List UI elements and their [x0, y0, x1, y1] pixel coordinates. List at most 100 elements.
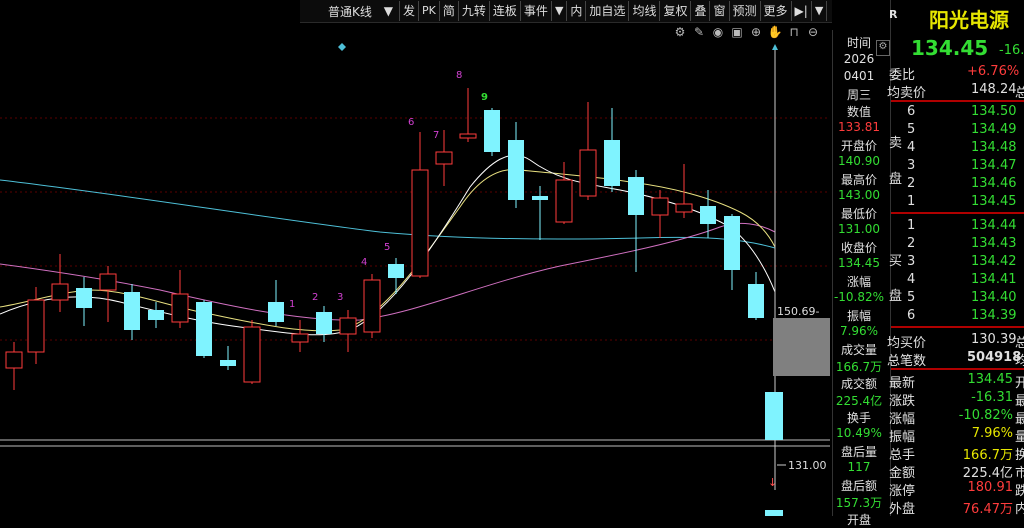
- total-orders-label: 总笔数: [887, 354, 927, 369]
- info-low-label: 最低价: [840, 207, 877, 221]
- bid-level: 3: [907, 254, 916, 269]
- candle-body: [604, 140, 620, 186]
- bid-price: 134.39: [971, 308, 1017, 323]
- candle-body: [748, 284, 764, 318]
- ask-price: 134.49: [971, 122, 1017, 137]
- info-change-label: 涨幅: [846, 275, 871, 289]
- info-high: 143.00: [838, 188, 880, 202]
- stat-label: 振幅: [889, 430, 916, 445]
- candle-body: [124, 292, 140, 330]
- candle-body: [724, 216, 740, 270]
- info-turnover-label: 成交额: [840, 377, 877, 391]
- stat-value: 225.4亿: [962, 466, 1013, 481]
- td-label-9: 9: [481, 92, 488, 103]
- weibi-value: +6.76%: [967, 64, 1020, 79]
- stat-tail: 跌: [1015, 484, 1024, 499]
- info-value-label: 数值: [846, 105, 871, 119]
- chevron-down-icon: ▼: [383, 4, 393, 18]
- candle-body: [76, 288, 92, 308]
- toolbar-button-limitup[interactable]: 连板: [490, 1, 521, 21]
- td-label-5: 5: [384, 242, 390, 253]
- stat-value: -10.82%: [958, 408, 1013, 423]
- quote-panel: R 阳光电源 134.45 -16. 委比 +6.76% 均卖价 148.24 …: [887, 0, 1024, 517]
- divider: [891, 368, 1024, 370]
- diamond-marker: [338, 43, 346, 51]
- candle-body: [243, 326, 261, 383]
- stat-label: 涨幅: [889, 412, 916, 427]
- info-date: 0401: [843, 69, 875, 83]
- td-label-7: 7: [433, 130, 439, 141]
- stat-tail: 量: [1015, 430, 1024, 445]
- info-after-amt-label: 盘后额: [840, 479, 877, 493]
- candle-body: [148, 310, 164, 320]
- ask-price: 134.48: [971, 140, 1017, 155]
- ask-level: 5: [907, 122, 916, 137]
- toolbar-button-events[interactable]: 事件: [521, 1, 552, 21]
- toolbar-button-td9[interactable]: 九转: [459, 1, 490, 21]
- info-after-amt: 157.3万: [835, 496, 883, 510]
- play-icon[interactable]: ▶|: [792, 1, 812, 21]
- stat-tail: 换: [1015, 448, 1024, 463]
- bid-price: 134.43: [971, 236, 1017, 251]
- candle-body: [435, 151, 453, 165]
- info-volume-label: 成交量: [840, 343, 877, 357]
- chart-toolbar: 普通K线 ▼ 发 PK 简 九转 连板 事件 ▼ 内 加自选 均线 复权 叠 窗…: [300, 0, 832, 23]
- stat-value: -16.31: [971, 390, 1013, 405]
- toolbar-button-ma[interactable]: 均线: [629, 1, 661, 21]
- td-label-2: 2: [312, 292, 318, 303]
- total-orders-tail: 均: [1015, 354, 1024, 369]
- more-dropdown-icon[interactable]: ▼: [812, 1, 828, 21]
- candle-body: [316, 312, 332, 334]
- info-after-vol-label: 盘后量: [840, 445, 877, 459]
- toolbar-button-more[interactable]: 更多: [761, 1, 792, 21]
- candle-body: [51, 283, 69, 301]
- candle-body: [339, 317, 357, 335]
- ask-level: 3: [907, 158, 916, 173]
- candle-body: [700, 206, 716, 224]
- weibi-label: 委比: [889, 68, 916, 83]
- info-amplitude: 7.96%: [839, 324, 879, 338]
- ask-price: 134.50: [971, 104, 1017, 119]
- stat-value: 76.47万: [962, 502, 1013, 517]
- events-dropdown-icon[interactable]: ▼: [552, 1, 568, 21]
- ask-level: 4: [907, 140, 916, 155]
- price-hover-box: [773, 318, 830, 376]
- current-price: 134.45: [911, 36, 989, 60]
- td-label-3: 3: [337, 292, 343, 303]
- stat-label: 金额: [889, 466, 916, 481]
- info-turnover: 225.4亿: [835, 394, 883, 408]
- candle-body: [555, 179, 573, 223]
- gear-icon[interactable]: ⚙: [876, 40, 890, 56]
- toolbar-button-overlay[interactable]: 叠: [691, 1, 711, 21]
- toolbar-button-pk[interactable]: PK: [419, 1, 440, 21]
- ask-level: 1: [907, 194, 916, 209]
- toolbar-button-window[interactable]: 窗: [710, 1, 730, 21]
- candle-body: [459, 133, 477, 139]
- toolbar-button-simple[interactable]: 简: [440, 1, 459, 21]
- candle-body: [99, 273, 117, 291]
- candle-body: [411, 169, 429, 277]
- sell-side-label-2: 盘: [889, 172, 903, 187]
- kline-chart[interactable]: 150.69- 131.00 ↓ 1 2 3 4 5 6 7 8 9: [0, 22, 832, 516]
- candle-body: [508, 140, 524, 200]
- stat-value: 166.7万: [962, 448, 1013, 463]
- toolbar-button-forecast[interactable]: 预测: [730, 1, 761, 21]
- toolbar-button-inner[interactable]: 内: [567, 1, 587, 21]
- info-open: 140.90: [838, 154, 880, 168]
- period-select[interactable]: 普通K线 ▼: [300, 1, 400, 21]
- bid-level: 4: [907, 272, 916, 287]
- info-hand: 10.49%: [836, 426, 882, 440]
- ask-price: 134.47: [971, 158, 1017, 173]
- toolbar-button-fa[interactable]: 发: [400, 1, 420, 21]
- stat-value: 134.45: [967, 372, 1014, 387]
- toolbar-button-add-watchlist[interactable]: 加自选: [586, 1, 630, 21]
- candle-body: [291, 333, 309, 343]
- bid-level: 2: [907, 236, 916, 251]
- divider: [891, 326, 1024, 328]
- toolbar-button-adjust[interactable]: 复权: [660, 1, 692, 21]
- bid-price: 134.40: [971, 290, 1017, 305]
- candle-body: [196, 302, 212, 356]
- candle-body: [579, 149, 597, 197]
- bid-level: 1: [907, 218, 916, 233]
- crosshair-top-marker: [772, 44, 778, 50]
